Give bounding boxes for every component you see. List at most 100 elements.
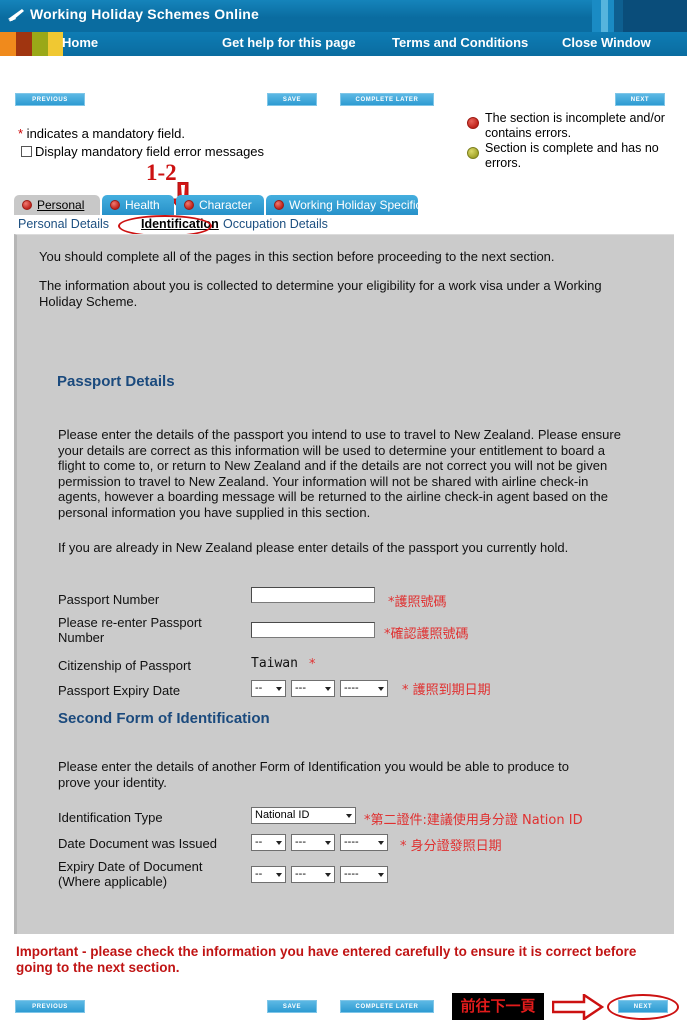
app-title: Working Holiday Schemes Online: [30, 6, 260, 22]
intro-text-2: The information about you is collected t…: [39, 278, 602, 309]
second-form-heading: Second Form of Identification: [58, 710, 270, 727]
date-issued-month-value: ---: [295, 836, 306, 848]
date-issued-month-select[interactable]: ---: [291, 834, 335, 851]
error-dot-icon: [22, 200, 32, 210]
tab-personal-label: Personal: [37, 198, 85, 212]
complete-status-icon: [467, 147, 479, 159]
nav-link-get-help[interactable]: Get help for this page: [222, 35, 356, 50]
identification-type-annotation: *第二證件:建議使用身分證 Nation ID: [364, 813, 583, 828]
passport-number-reenter-annotation: *確認護照號碼: [384, 627, 469, 642]
expiry-document-year-value: ----: [344, 868, 359, 880]
display-errors-row: Display mandatory field error messages: [21, 144, 264, 159]
tab-personal[interactable]: Personal: [14, 195, 100, 215]
date-issued-day-value: --: [255, 836, 263, 848]
nav-link-close-window[interactable]: Close Window: [562, 35, 651, 50]
citizenship-star: *: [309, 657, 316, 672]
chevron-down-icon: [346, 813, 352, 818]
tab-health-label: Health: [125, 198, 160, 212]
expiry-document-day-select[interactable]: --: [251, 866, 286, 883]
identification-type-value: National ID: [255, 809, 310, 821]
second-form-paragraph: Please enter the details of another Form…: [58, 759, 569, 790]
swoosh-logo-icon: [8, 9, 24, 22]
passport-expiry-month-select[interactable]: ---: [291, 680, 335, 697]
app-header: Working Holiday Schemes Online: [0, 0, 687, 32]
legend-item-incomplete: The section is incomplete and/or contain…: [467, 111, 679, 141]
tab-character[interactable]: Character: [176, 195, 264, 215]
legend-incomplete-text: The section is incomplete and/or contain…: [485, 111, 665, 140]
passport-number-annotation: *護照號碼: [388, 595, 447, 610]
tab-working-holiday-specific-label: Working Holiday Specific: [289, 198, 422, 212]
chevron-down-icon: [325, 840, 331, 845]
passport-expiry-month-value: ---: [295, 682, 306, 694]
date-issued-year-select[interactable]: ----: [340, 834, 388, 851]
error-dot-icon: [184, 200, 194, 210]
important-warning-text: Important - please check the information…: [16, 944, 637, 975]
citizenship-label: Citizenship of Passport: [58, 658, 191, 673]
passport-number-reenter-input[interactable]: [251, 622, 375, 638]
main-navbar: Home Get help for this page Terms and Co…: [0, 32, 687, 56]
passport-expiry-label: Passport Expiry Date: [58, 683, 181, 698]
date-issued-label: Date Document was Issued: [58, 836, 217, 851]
legend-complete-text: Section is complete and has no errors.: [485, 141, 659, 170]
tab-working-holiday-specific[interactable]: Working Holiday Specific: [266, 195, 422, 215]
chevron-down-icon: [378, 840, 384, 845]
annotation-right-arrow-icon: [552, 994, 604, 1020]
annotation-next-page-text: 前往下一頁: [460, 997, 536, 1015]
subtab-personal-details[interactable]: Personal Details: [18, 217, 109, 231]
chevron-down-icon: [276, 686, 282, 691]
passport-expiry-annotation: * 護照到期日期: [402, 683, 491, 698]
expiry-document-day-value: --: [255, 868, 263, 880]
display-errors-label: Display mandatory field error messages: [35, 144, 265, 159]
chevron-down-icon: [325, 686, 331, 691]
error-dot-icon: [110, 200, 120, 210]
complete-later-button-top[interactable]: COMPLETE LATER: [340, 93, 434, 106]
expiry-document-month-select[interactable]: ---: [291, 866, 335, 883]
next-button-top[interactable]: NEXT: [615, 93, 665, 106]
passport-details-heading: Passport Details: [57, 373, 175, 390]
passport-expiry-year-value: ----: [344, 682, 359, 694]
header-band: [601, 0, 608, 32]
header-band: [614, 0, 623, 32]
subtab-occupation-details[interactable]: Occupation Details: [223, 217, 328, 231]
chevron-down-icon: [378, 872, 384, 877]
expiry-document-month-value: ---: [295, 868, 306, 880]
passport-number-label: Passport Number: [58, 592, 160, 607]
chevron-down-icon: [325, 872, 331, 877]
header-band: [623, 0, 687, 32]
display-errors-checkbox[interactable]: [21, 146, 32, 157]
save-button-top[interactable]: SAVE: [267, 93, 317, 106]
legend-item-complete: Section is complete and has no errors.: [467, 141, 679, 171]
date-issued-day-select[interactable]: --: [251, 834, 286, 851]
error-status-icon: [467, 117, 479, 129]
nav-link-terms[interactable]: Terms and Conditions: [392, 35, 528, 50]
tab-character-label: Character: [199, 198, 252, 212]
passport-paragraph-1: Please enter the details of the passport…: [58, 427, 621, 520]
passport-number-reenter-label: Please re-enter Passport Number: [58, 615, 202, 645]
passport-expiry-day-value: --: [255, 682, 263, 694]
sub-tabs: Personal Details Identification Occupati…: [18, 217, 678, 235]
citizenship-value: Taiwan: [251, 656, 298, 671]
previous-button-bottom[interactable]: PREVIOUS: [15, 1000, 85, 1013]
passport-expiry-day-select[interactable]: --: [251, 680, 286, 697]
chevron-down-icon: [276, 840, 282, 845]
mandatory-note-text: indicates a mandatory field.: [23, 126, 185, 141]
passport-paragraph-2: If you are already in New Zealand please…: [58, 540, 569, 555]
save-button-bottom[interactable]: SAVE: [267, 1000, 317, 1013]
annotation-ellipse-next-button: [607, 994, 679, 1020]
expiry-document-label: Expiry Date of Document (Where applicabl…: [58, 859, 203, 889]
identification-type-label: Identification Type: [58, 810, 163, 825]
previous-button-top[interactable]: PREVIOUS: [15, 93, 85, 106]
passport-number-input[interactable]: [251, 587, 375, 603]
error-dot-icon: [274, 200, 284, 210]
identification-type-select[interactable]: National ID: [251, 807, 356, 824]
expiry-document-year-select[interactable]: ----: [340, 866, 388, 883]
form-content-panel: You should complete all of the pages in …: [14, 234, 674, 934]
intro-text-1: You should complete all of the pages in …: [39, 249, 555, 264]
header-band: [592, 0, 601, 32]
date-issued-annotation: * 身分證發照日期: [400, 839, 502, 854]
tab-health[interactable]: Health: [102, 195, 174, 215]
passport-expiry-year-select[interactable]: ----: [340, 680, 388, 697]
annotation-next-page-box: 前往下一頁: [452, 993, 544, 1020]
nav-link-home[interactable]: Home: [62, 35, 98, 50]
complete-later-button-bottom[interactable]: COMPLETE LATER: [340, 1000, 434, 1013]
